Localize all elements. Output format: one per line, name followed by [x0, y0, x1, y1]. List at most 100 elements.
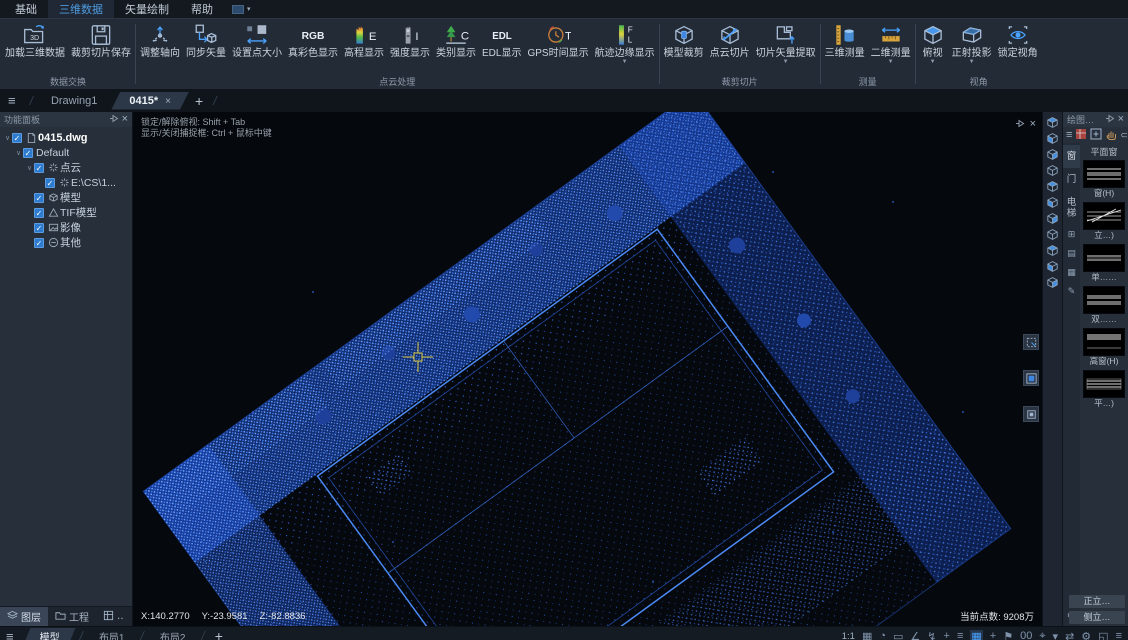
view-cube-front-icon[interactable] — [1045, 259, 1061, 274]
panel-tab-layers[interactable]: 图层 — [0, 607, 48, 626]
block-item[interactable]: 高窗(H) — [1081, 328, 1127, 367]
pin-icon[interactable] — [1015, 115, 1025, 133]
pin-icon[interactable] — [1105, 114, 1115, 125]
close-icon[interactable]: × — [122, 115, 128, 124]
ribbon-button[interactable]: RGB真彩色显示 — [285, 19, 341, 59]
checkbox[interactable]: ✓ — [23, 148, 33, 158]
block-item[interactable]: 窗(H) — [1081, 160, 1127, 199]
view-cube-right-icon[interactable] — [1045, 147, 1061, 162]
elevation-view-button[interactable]: 侧立… — [1069, 611, 1125, 624]
viewport[interactable]: 锁定/解除俯视: Shift + Tab 显示/关闭捕捉框: Ctrl + 鼠标… — [133, 112, 1042, 626]
viewport-tool-icon-1[interactable] — [1023, 334, 1039, 350]
ribbon-button[interactable]: 点云切片 — [707, 19, 753, 59]
swap-icon[interactable]: ⇄ — [1065, 630, 1074, 640]
category-tool-icon-3[interactable]: ▦ — [1067, 263, 1076, 282]
tree-item[interactable]: ∨✓Default — [0, 145, 132, 160]
category-tool-icon-1[interactable]: ⊞ — [1068, 225, 1076, 244]
elevation-view-button[interactable]: 正立… — [1069, 595, 1125, 608]
ribbon-button[interactable]: 调整轴向 — [137, 19, 183, 59]
block-item[interactable]: 平…) — [1081, 370, 1127, 409]
view-cube-iso-icon[interactable] — [1045, 227, 1061, 242]
ribbon-button[interactable]: 俯视▼ — [917, 19, 949, 65]
angle-icon[interactable]: ∠ — [910, 630, 920, 640]
category-tab[interactable]: 窗 — [1063, 145, 1080, 168]
view-cube-right-icon[interactable] — [1045, 275, 1061, 290]
add-icon[interactable]: + — [990, 630, 996, 640]
close-icon[interactable]: × — [1118, 115, 1124, 124]
menu-tab[interactable]: 矢量绘制 — [114, 0, 180, 18]
units-icon[interactable]: 00 — [1020, 630, 1032, 640]
ribbon-button[interactable]: 裁剪切片保存 — [68, 19, 134, 59]
ribbon-button[interactable]: 正射投影▼ — [949, 19, 995, 65]
category-tool-icon-2[interactable]: ▤ — [1067, 244, 1076, 263]
checkbox[interactable]: ✓ — [12, 133, 22, 143]
snap-frame-icon[interactable]: ▦ — [862, 630, 872, 640]
panel-tab-drawing[interactable]: ‥ — [96, 607, 131, 626]
polar-tracking-icon[interactable]: ◔ — [879, 630, 886, 640]
block-item[interactable]: 单…… — [1081, 244, 1127, 283]
ribbon-button[interactable]: 切片矢量提取▼ — [753, 19, 819, 65]
category-tab[interactable]: 门 — [1063, 168, 1080, 191]
tree-item[interactable]: ✓E:\CS\1... — [0, 175, 132, 190]
tree-item[interactable]: ✓模型 — [0, 190, 132, 205]
gear-icon[interactable]: ⚙ — [1081, 630, 1091, 640]
target-icon[interactable]: ⌖ — [1039, 630, 1045, 640]
ribbon-button[interactable]: 设置点大小 — [229, 19, 285, 59]
menu-tab[interactable]: 基础 — [4, 0, 48, 18]
tree-item[interactable]: ✓TIF模型 — [0, 205, 132, 220]
document-tab[interactable]: Drawing1 — [37, 93, 111, 109]
ribbon-button[interactable]: EDLEDL显示 — [479, 19, 524, 59]
add-icon[interactable] — [1090, 128, 1102, 143]
view-cube-front-icon[interactable] — [1045, 195, 1061, 210]
lineweight-icon[interactable]: ≡ — [957, 630, 963, 640]
tree-item[interactable]: ✓影像 — [0, 220, 132, 235]
layout-tab[interactable]: 布局1 — [87, 628, 137, 640]
close-icon[interactable]: × — [1030, 120, 1036, 129]
hamburger-icon[interactable]: ≡ — [6, 629, 14, 640]
layout-tab[interactable]: 模型 — [24, 628, 76, 640]
ribbon-button[interactable]: 模型裁剪 — [661, 19, 707, 59]
ribbon-button[interactable]: 三维测量 — [822, 19, 868, 59]
tree-item[interactable]: ✓其他 — [0, 235, 132, 250]
expand-arrow-icon[interactable]: ∨ — [3, 134, 12, 142]
expand-arrow-icon[interactable]: ∨ — [25, 164, 34, 172]
ribbon-button[interactable]: I强度显示 — [387, 19, 433, 59]
flag-icon[interactable]: ⚑ — [1003, 630, 1013, 640]
document-tab[interactable]: 0415*× — [111, 92, 189, 110]
ribbon-button[interactable]: 3D加载三维数据 — [2, 19, 68, 59]
pin-icon[interactable] — [109, 114, 119, 125]
view-cube-front-icon[interactable] — [1045, 131, 1061, 146]
checkbox[interactable]: ✓ — [34, 223, 44, 233]
checkbox[interactable]: ✓ — [34, 238, 44, 248]
ribbon-button[interactable]: TGPS时间显示 — [524, 19, 591, 59]
view-cube-top-icon[interactable] — [1045, 179, 1061, 194]
layout-tab[interactable]: 布局2 — [148, 628, 198, 640]
menu-icon[interactable]: ≡ — [1116, 630, 1122, 640]
menu-tab[interactable]: 三维数据 — [48, 0, 114, 18]
ribbon-button[interactable]: 锁定视角 — [995, 19, 1041, 59]
viewport-tool-icon-3[interactable] — [1023, 406, 1039, 422]
grid-icon[interactable]: ▦ — [970, 630, 982, 640]
ribbon-button[interactable]: E高程显示 — [341, 19, 387, 59]
plus-icon[interactable]: + — [944, 630, 950, 640]
view-cube-top-icon[interactable] — [1045, 243, 1061, 258]
view-cube-top-icon[interactable] — [1045, 115, 1061, 130]
tree-item[interactable]: ∨✓0415.dwg — [0, 130, 132, 145]
fullscreen-icon[interactable]: ◱ — [1098, 630, 1108, 640]
ribbon-button[interactable]: FL航迹边缘显示▼ — [592, 19, 658, 65]
category-grid-icon[interactable] — [1075, 128, 1087, 143]
add-layout-button[interactable]: + — [215, 628, 223, 640]
ribbon-button[interactable]: 同步矢量 — [183, 19, 229, 59]
checkbox[interactable]: ✓ — [34, 163, 44, 173]
menu-icon[interactable]: ≡ — [1066, 129, 1072, 141]
checkbox[interactable]: ✓ — [34, 193, 44, 203]
category-tool-icon-4[interactable]: ✎ — [1068, 282, 1076, 301]
new-tab-button[interactable]: + — [195, 93, 203, 109]
close-icon[interactable]: × — [165, 96, 171, 107]
quick-access-widget[interactable]: ▾ — [232, 0, 251, 18]
view-cube-iso-icon[interactable] — [1045, 163, 1061, 178]
viewport-tool-icon-2[interactable] — [1023, 370, 1039, 386]
hamburger-icon[interactable]: ≡ — [8, 93, 16, 108]
ribbon-button[interactable]: C类别显示 — [433, 19, 479, 59]
category-tab[interactable]: 电梯 — [1063, 191, 1080, 225]
